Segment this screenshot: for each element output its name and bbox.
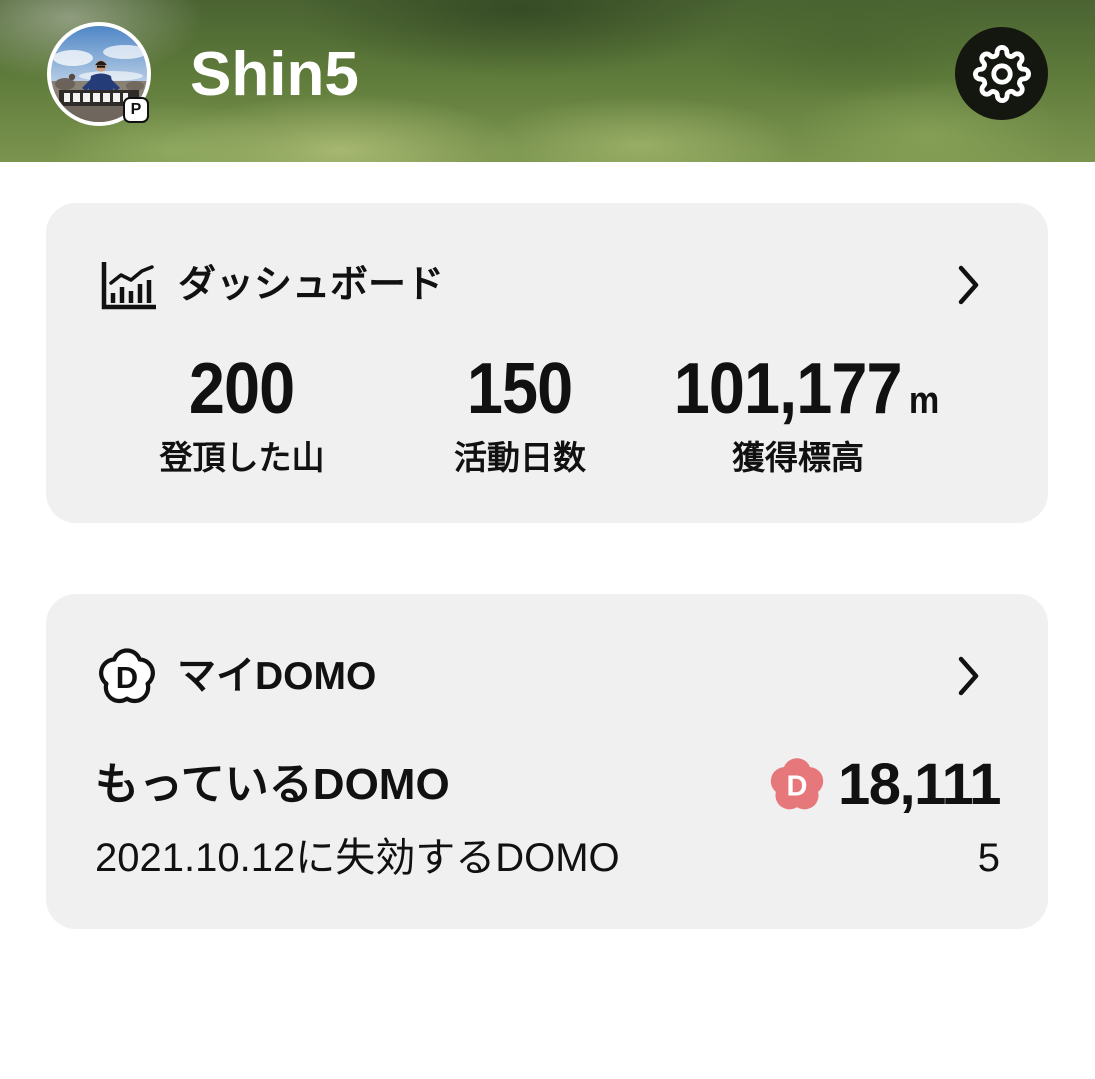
owned-domo-label: もっているDOMO (95, 760, 450, 809)
my-domo-title: マイDOMO (177, 655, 377, 698)
bar-chart-icon (101, 262, 156, 310)
stat-summits-value-wrap: 200 (103, 353, 381, 425)
profile-header: P Shin5 (0, 0, 1095, 162)
dashboard-card[interactable]: ダッシュボード 200 登頂した山 150 活動日数 101,177 m 獲得標高 (46, 203, 1048, 523)
domo-icon-letter: D (116, 660, 138, 695)
premium-badge: P (123, 97, 149, 123)
chevron-right-icon (958, 656, 979, 696)
expiring-domo-label: 2021.10.12に失効するDOMO (95, 836, 620, 880)
stat-summits-label: 登頂した山 (159, 439, 325, 476)
stat-summits: 200 登頂した山 (103, 353, 381, 478)
expiring-domo-value: 5 (977, 836, 1000, 880)
stat-elevation-gain-unit: m (908, 380, 940, 422)
dashboard-title: ダッシュボード (178, 264, 445, 306)
stat-activity-days: 150 活動日数 (381, 353, 659, 478)
stat-elevation-gain-value-wrap: 101,177 m (659, 353, 940, 425)
domo-coin-letter: D (787, 771, 808, 803)
owned-domo-amount: D 18,111 (768, 752, 1002, 817)
stat-activity-days-label: 活動日数 (454, 439, 586, 476)
gear-icon (972, 44, 1031, 103)
username: Shin5 (190, 40, 359, 109)
stat-elevation-gain-label: 獲得標高 (732, 439, 864, 476)
stat-activity-days-value: 150 (467, 349, 573, 429)
domo-coin-icon: D (770, 758, 824, 810)
owned-domo-value: 18,111 (838, 752, 1002, 817)
domo-flower-icon: D (99, 648, 155, 704)
stat-summits-value: 200 (189, 349, 295, 429)
stats-row: 200 登頂した山 150 活動日数 101,177 m 獲得標高 (103, 353, 940, 478)
chevron-right-icon (958, 265, 979, 305)
settings-button[interactable] (955, 27, 1048, 120)
my-domo-card[interactable]: D マイDOMO もっているDOMO D 18,111 2021.10.12に失… (46, 594, 1048, 929)
stat-elevation-gain-value: 101,177 (673, 349, 903, 429)
stat-elevation-gain: 101,177 m 獲得標高 (659, 353, 940, 478)
stat-activity-days-value-wrap: 150 (381, 353, 659, 425)
